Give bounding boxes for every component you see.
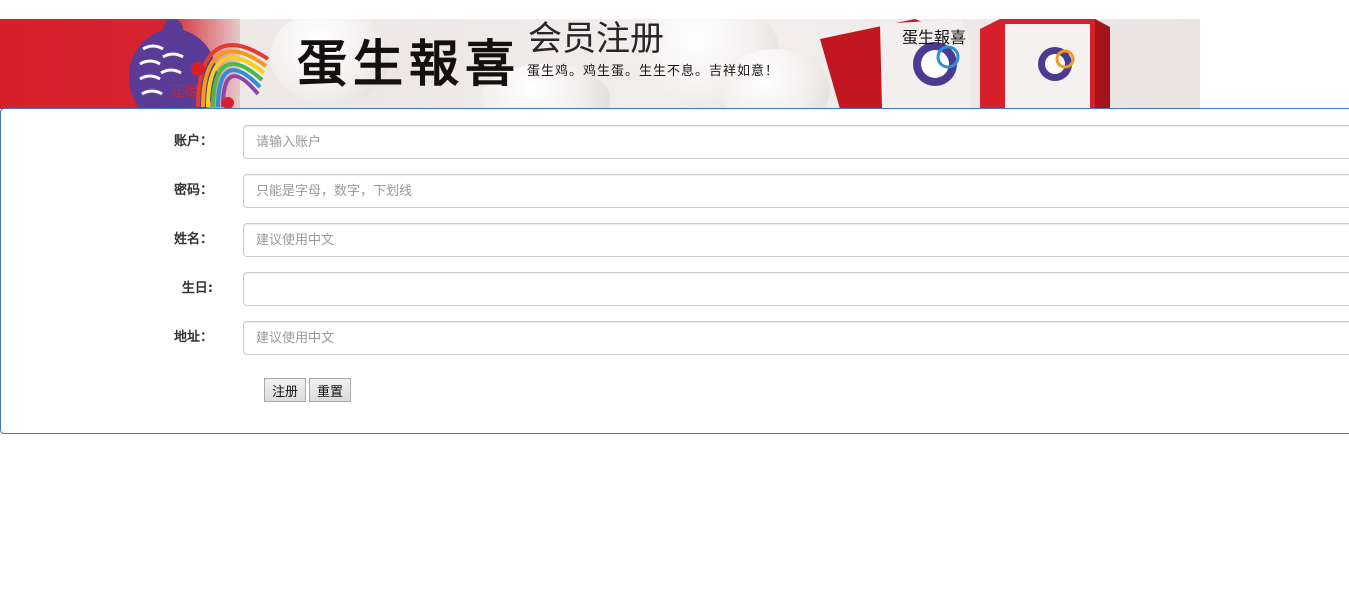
register-button[interactable]: 注册 (264, 378, 307, 402)
birthday-row: 生日: (1, 272, 1349, 306)
name-label: 姓名： (173, 232, 213, 247)
banner-slogan: 蛋生鸡。鸡生蛋。生生不息。吉祥如意！ (527, 64, 780, 79)
password-input[interactable] (243, 174, 1349, 208)
name-input[interactable] (243, 223, 1349, 257)
box-brand-text: 蛋生報喜 (902, 28, 966, 47)
account-input[interactable] (243, 125, 1349, 159)
address-input[interactable] (243, 321, 1349, 355)
account-label: 账户： (173, 134, 213, 149)
header-banner: 元祖 蛋生報喜 会员注册 蛋生鸡。鸡生蛋。生生不息。吉祥如意！ 蛋生報喜 (0, 19, 1200, 109)
registration-form-panel: 账户： 密码： 姓名： 生日: 地址： 注册重置 (0, 108, 1349, 434)
password-row: 密码： (1, 174, 1349, 208)
form-actions: 注册 重置 (264, 378, 354, 402)
birthday-label: 生日: (181, 281, 213, 296)
account-row: 账户： (1, 125, 1349, 159)
rooster-logo: 元祖 (129, 19, 270, 109)
birthday-input[interactable] (243, 272, 1349, 306)
password-label: 密码： (173, 183, 213, 198)
page-title: 会员注册 (528, 19, 664, 59)
gift-box-image: 蛋生報喜 (820, 19, 1110, 109)
logo-text: 元祖 (170, 84, 198, 100)
address-label: 地址： (173, 330, 213, 345)
brand-calligraphy: 蛋生報喜 (297, 34, 521, 93)
reset-button[interactable]: 重置 (309, 378, 352, 402)
address-row: 地址： (1, 321, 1349, 355)
name-row: 姓名： (1, 223, 1349, 257)
